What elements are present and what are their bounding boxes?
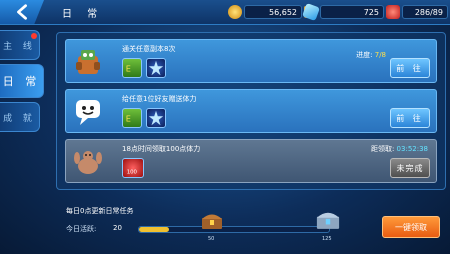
back-button[interactable] [0, 0, 44, 24]
task-progress: 进度: 7/8 [356, 50, 386, 60]
top-bar: 日 常 56,652 + 725 + 286/89 [0, 0, 450, 25]
back-arrow-icon [17, 4, 27, 20]
task-row: 通关任意副本8次 E 进度: 7/8 前 往 [65, 39, 437, 83]
exp-reward-icon: E [122, 58, 142, 78]
sidebar: 主 线 日 常 成 就 [0, 30, 44, 136]
exp-reward-icon: E [122, 108, 142, 128]
countdown-value: 03:52:38 [396, 145, 428, 153]
silver-chest-icon[interactable] [314, 210, 342, 230]
task-list: 通关任意副本8次 E 进度: 7/8 前 往 给任意1位好友赠送体力 E 前 往… [56, 32, 446, 190]
stamina-icon [386, 5, 400, 19]
stamina-value: 286/89 [402, 5, 448, 19]
activity-progress-bar [138, 226, 330, 233]
activity-value: 20 [113, 224, 122, 232]
monster-avatar-icon [76, 50, 100, 74]
svg-text:E: E [126, 64, 131, 74]
tab-daily[interactable]: 日 常 [0, 64, 44, 98]
chat-bubble-avatar-icon [76, 100, 100, 125]
daily-tasks-screen: 日 常 56,652 + 725 + 286/89 主 线 日 常 成 就 [0, 0, 450, 254]
task-title: 通关任意副本8次 [122, 45, 176, 53]
activity-label: 今日活跃: [66, 225, 97, 233]
gem-value: 725 [320, 5, 384, 19]
milestone-125: 125 [322, 236, 332, 242]
gem-resource: 725 + [302, 3, 398, 21]
tab-daily-label: 日 常 [2, 75, 41, 88]
tab-main[interactable]: 主 线 [0, 30, 40, 60]
go-button[interactable]: 前 往 [390, 108, 430, 128]
coin-icon [228, 5, 242, 19]
task-row: 18点时间领取100点体力 100 距领取: 03:52:38 未完成 [65, 139, 437, 183]
stamina-resource: 286/89 [386, 4, 448, 20]
activity-progress-fill [139, 227, 170, 232]
task-title: 18点时间领取100点体力 [122, 145, 201, 153]
gem-icon [302, 3, 320, 21]
go-button[interactable]: 前 往 [390, 58, 430, 78]
notification-dot-icon [31, 33, 37, 39]
svg-text:E: E [126, 114, 131, 124]
incomplete-button: 未完成 [390, 158, 430, 178]
tab-achievement-label: 成 就 [3, 113, 36, 124]
star-reward-icon [146, 108, 166, 128]
gold-value: 56,652 [244, 5, 302, 19]
tab-achievement[interactable]: 成 就 [0, 102, 40, 132]
progress-value: 7/8 [374, 51, 386, 59]
claim-all-button[interactable]: 一键领取 [382, 216, 440, 238]
reward-count: 100 [127, 169, 138, 175]
task-row: 给任意1位好友赠送体力 E 前 往 [65, 89, 437, 133]
tab-main-label: 主 线 [3, 41, 36, 52]
countdown: 距领取: 03:52:38 [371, 144, 428, 154]
countdown-label: 距领取: [370, 145, 395, 153]
milestone-50: 50 [208, 236, 215, 242]
flexing-muscle-avatar-icon [74, 151, 102, 174]
star-reward-icon [146, 58, 166, 78]
stamina-reward-icon: 100 [122, 158, 144, 178]
daily-reset-note: 每日0点更新日常任务 [66, 207, 134, 215]
task-title: 给任意1位好友赠送体力 [122, 95, 197, 103]
page-title: 日 常 [62, 9, 104, 20]
treasure-chest-icon[interactable] [200, 212, 224, 230]
progress-label: 进度: [356, 51, 373, 59]
